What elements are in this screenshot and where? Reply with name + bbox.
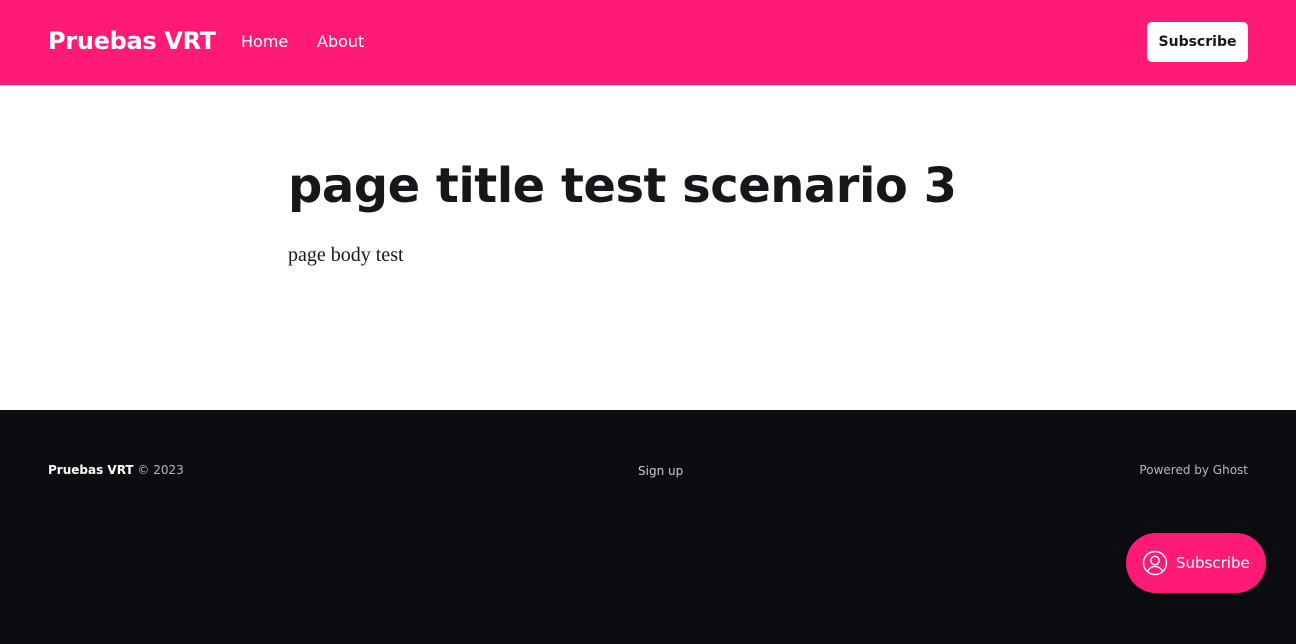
footer-signup-link[interactable]: Sign up	[638, 463, 683, 479]
site-title-link[interactable]: Pruebas VRT	[48, 24, 216, 58]
site-header: Pruebas VRT Home About Subscribe	[0, 0, 1296, 85]
header-subscribe-button[interactable]: Subscribe	[1147, 22, 1248, 62]
page-content: page title test scenario 3 page body tes…	[0, 85, 1296, 410]
user-circle-icon	[1142, 550, 1168, 576]
page-body-text: page body test	[288, 244, 404, 266]
footer-copyright: Pruebas VRT © 2023	[48, 462, 184, 478]
portal-subscribe-button[interactable]: Subscribe	[1126, 533, 1266, 593]
site-footer: Pruebas VRT © 2023 Sign up Powered by Gh…	[0, 410, 1296, 644]
footer-copyright-year: © 2023	[137, 463, 184, 477]
footer-site-link[interactable]: Pruebas VRT	[48, 463, 134, 477]
nav-about-link[interactable]: About	[317, 31, 364, 53]
page-title: page title test scenario 3	[288, 158, 957, 214]
portal-subscribe-label: Subscribe	[1176, 554, 1250, 572]
footer-powered-by-link[interactable]: Powered by Ghost	[1139, 462, 1248, 478]
nav-home-link[interactable]: Home	[241, 31, 288, 53]
